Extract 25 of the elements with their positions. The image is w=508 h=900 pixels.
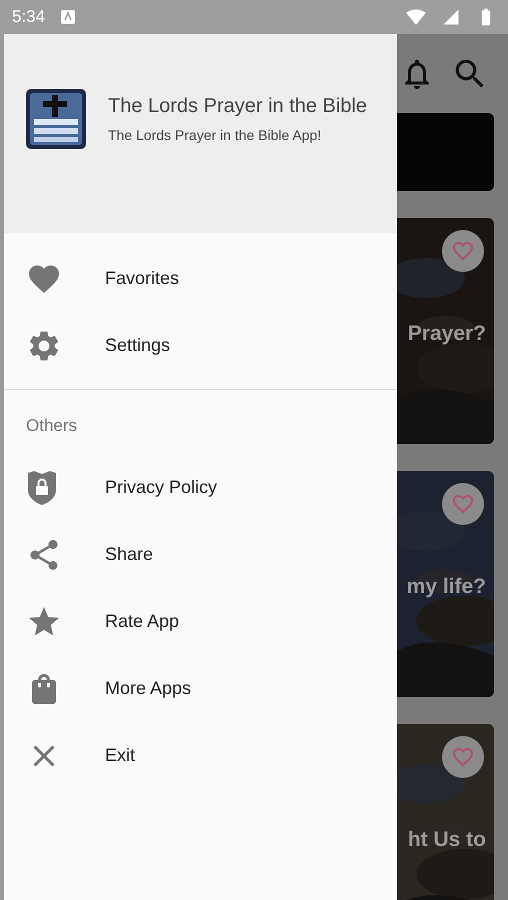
- article-card[interactable]: ht Us to: [397, 724, 494, 900]
- section-title: Others: [25, 415, 78, 438]
- app-subtitle: The Lords Prayer in the Bible App!: [108, 126, 322, 145]
- menu-item[interactable]: Privacy Policy: [4, 454, 397, 521]
- heart-icon: [451, 745, 475, 769]
- article-card[interactable]: Prayer?: [397, 218, 494, 444]
- card-title: Prayer?: [408, 321, 486, 347]
- menu-item[interactable]: Settings: [4, 312, 397, 379]
- menu-item[interactable]: More Apps: [4, 655, 397, 722]
- app-logo: [26, 88, 86, 148]
- heart-icon: [451, 239, 475, 263]
- menu-item[interactable]: Exit: [4, 722, 397, 789]
- article-card[interactable]: my life?: [397, 471, 494, 697]
- menu-item[interactable]: Favorites: [4, 245, 397, 312]
- menu-item[interactable]: Rate App: [4, 588, 397, 655]
- menu-item[interactable]: Share: [4, 521, 397, 588]
- card-title: ht Us to: [408, 827, 486, 853]
- app-title: The Lords Prayer in the Bible: [108, 94, 368, 119]
- card-title: my life?: [406, 574, 486, 600]
- status-time: 5:34: [12, 6, 46, 28]
- cell-signal-icon: [442, 8, 460, 26]
- heart-icon: [451, 492, 475, 516]
- shield-lock-icon: [26, 470, 58, 506]
- notification-icon: [61, 10, 76, 24]
- wifi-icon: [406, 7, 426, 27]
